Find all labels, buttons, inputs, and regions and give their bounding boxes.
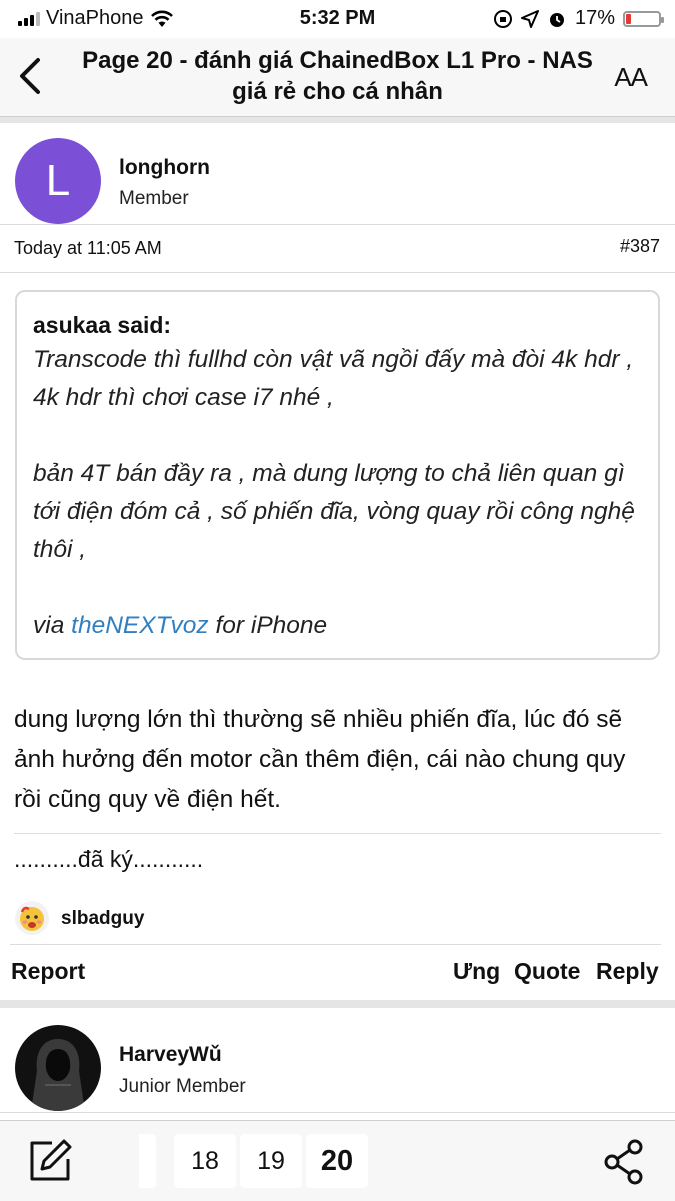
divider (10, 944, 661, 945)
reply-button[interactable]: Reply (596, 958, 659, 985)
via-prefix: via (33, 612, 72, 639)
page-pager: 17 18 19 20 (139, 1134, 371, 1188)
quote-paragraph: bản 4T bán đầy ra , mà dung lượng to chả… (33, 460, 635, 563)
divider (0, 224, 675, 225)
text-size-button[interactable]: AA (614, 62, 648, 93)
navigation-bar: Page 20 - đánh giá ChainedBox L1 Pro - N… (0, 38, 675, 117)
text-size-label: AA (614, 62, 648, 92)
emoji-reaction-icon[interactable] (14, 900, 50, 936)
page-title: Page 20 - đánh giá ChainedBox L1 Pro - N… (82, 47, 593, 105)
post-timestamp: Today at 11:05 AM (14, 238, 162, 258)
chevron-left-icon[interactable] (12, 54, 52, 98)
signature-divider (14, 833, 661, 834)
page-button-17[interactable]: 17 (139, 1134, 156, 1188)
divider (0, 272, 675, 273)
signature: ..........đã ký........... (14, 846, 204, 872)
avatar[interactable] (15, 1025, 101, 1111)
author-role: Junior Member (119, 1076, 246, 1097)
reactor-username[interactable]: slbadguy (61, 908, 144, 930)
alarm-icon (549, 12, 564, 27)
report-button[interactable]: Report (11, 958, 85, 985)
quote-block: asukaa said: Transcode thì fullhd còn vậ… (15, 290, 660, 660)
quote-text: Transcode thì fullhd còn vật vã ngồi đấy… (33, 341, 642, 645)
divider (0, 1112, 675, 1113)
battery-percent: 17% (574, 7, 615, 29)
page-button-18[interactable]: 18 (174, 1134, 236, 1188)
page-button-19[interactable]: 19 (240, 1134, 302, 1188)
hooded-figure-icon (31, 1039, 85, 1111)
section-divider (0, 117, 675, 123)
via-suffix: for iPhone (208, 612, 328, 639)
status-bar: VinaPhone 5:32 PM 17% (0, 0, 675, 38)
avatar[interactable]: L (15, 138, 101, 224)
location-icon (520, 9, 539, 28)
battery-icon (623, 10, 664, 27)
bottom-toolbar: 17 18 19 20 (0, 1120, 675, 1201)
like-button[interactable]: Ưng (453, 958, 500, 985)
post-body: dung lượng lớn thì thường sẽ nhiều phiến… (14, 706, 626, 813)
avatar-letter: L (45, 156, 71, 205)
post-author[interactable]: HarveyWǔ (119, 1043, 222, 1067)
via-app-link[interactable]: theNEXTvoz (71, 612, 209, 639)
section-divider (0, 1000, 675, 1008)
post-author[interactable]: longhorn (119, 156, 210, 180)
quote-button[interactable]: Quote (514, 958, 580, 985)
quote-author[interactable]: asukaa said: (33, 312, 642, 339)
quote-via: via theNEXTvoz for iPhone (33, 607, 642, 645)
post-actions: Report Ưng Quote Reply (0, 948, 675, 1000)
compose-icon[interactable] (26, 1137, 74, 1185)
page-button-20[interactable]: 20 (306, 1134, 368, 1188)
author-role: Member (119, 188, 189, 209)
post-number[interactable]: #387 (620, 236, 660, 257)
orientation-lock-icon (493, 9, 512, 28)
quote-paragraph: Transcode thì fullhd còn vật vã ngồi đấy… (33, 346, 634, 411)
share-icon[interactable] (600, 1137, 648, 1185)
